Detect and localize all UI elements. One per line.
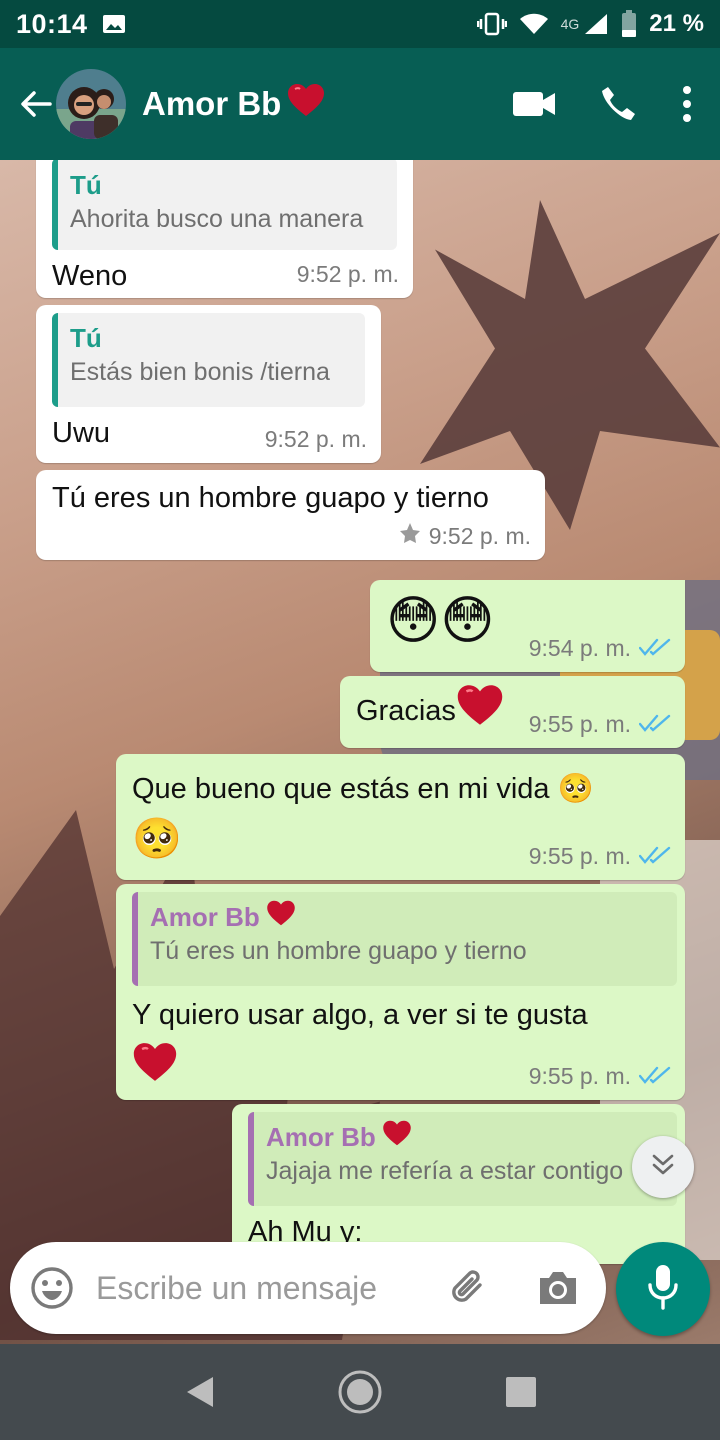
image-icon xyxy=(102,12,126,36)
battery-icon xyxy=(621,10,637,38)
message-time: 9:52 p. m. xyxy=(296,261,399,287)
quoted-text: Tú eres un hombre guapo y tierno xyxy=(150,937,527,965)
wifi-icon xyxy=(519,12,549,36)
message-text-content: Que bueno que estás en mi vida 🥺 xyxy=(132,773,594,805)
double-chevron-down-icon xyxy=(649,1151,677,1184)
quoted-text: Ahorita busco una manera xyxy=(70,205,364,233)
message-meta: 9:54 p. m. xyxy=(529,635,671,662)
double-check-icon xyxy=(638,1063,671,1090)
emoji-icon[interactable] xyxy=(30,1266,74,1310)
quoted-sender: Amor Bb xyxy=(150,900,663,934)
message-text-content: Gracias xyxy=(356,694,456,727)
contact-name-text: Amor Bb xyxy=(142,85,282,122)
more-options-icon[interactable] xyxy=(682,86,692,122)
chat-header: Amor Bb xyxy=(0,48,720,160)
signal-icon xyxy=(583,12,609,36)
scroll-to-bottom-button[interactable] xyxy=(632,1136,694,1198)
nav-back-icon[interactable] xyxy=(183,1375,215,1409)
status-time: 10:14 xyxy=(16,8,88,39)
message-bubble[interactable]: Tú Estás bien bonis /tierna Uwu 9:52 p. … xyxy=(36,305,381,463)
quoted-message[interactable]: Tú Estás bien bonis /tierna xyxy=(52,313,365,407)
video-call-icon[interactable] xyxy=(512,90,556,118)
chat-area[interactable]: Tú Ahorita busco una manera Weno 9:52 p.… xyxy=(0,160,720,1344)
quoted-text: Estás bien bonis /tierna xyxy=(70,358,330,386)
star-icon xyxy=(399,522,421,550)
heart-icon xyxy=(266,900,296,934)
quoted-sender: Tú xyxy=(70,170,102,200)
message-time: 9:55 p. m. xyxy=(528,843,631,869)
quoted-sender-name: Amor Bb xyxy=(266,1122,376,1152)
message-bubble[interactable]: Tú eres un hombre guapo y tierno 9:52 p.… xyxy=(36,470,545,560)
vibrate-icon xyxy=(476,12,507,36)
nav-home-icon[interactable] xyxy=(337,1369,383,1415)
message-input[interactable]: Escribe un mensaje xyxy=(96,1270,446,1307)
heart-emoji xyxy=(132,1042,178,1096)
message-meta: 9:52 p. m. xyxy=(399,522,531,550)
double-check-icon xyxy=(638,711,671,738)
quoted-text: Jajaja me refería a estar contigo xyxy=(266,1157,624,1185)
heart-emoji xyxy=(456,684,504,737)
message-time: 9:55 p. m. xyxy=(528,1063,631,1089)
quoted-message[interactable]: Tú Ahorita busco una manera xyxy=(52,160,397,250)
message-meta: 9:52 p. m. xyxy=(265,426,367,453)
microphone-icon xyxy=(646,1263,680,1316)
heart-icon xyxy=(382,1120,412,1154)
message-bubble[interactable]: 😳😳 9:54 p. m. xyxy=(370,580,685,672)
message-bubble[interactable]: Tú Ahorita busco una manera Weno 9:52 p.… xyxy=(36,160,413,298)
message-composer: Escribe un mensaje xyxy=(10,1242,606,1334)
message-meta: 9:52 p. m. xyxy=(297,261,399,288)
attach-icon[interactable] xyxy=(446,1265,492,1311)
quoted-message[interactable]: Amor Bb Jajaja me refería a estar contig… xyxy=(248,1112,677,1206)
battery-percent: 21 % xyxy=(649,10,704,37)
message-time: 9:55 p. m. xyxy=(528,711,631,737)
message-bubble[interactable]: Amor Bb Jajaja me refería a estar contig… xyxy=(232,1104,685,1264)
quoted-sender-name: Amor Bb xyxy=(150,902,260,932)
nav-recents-icon[interactable] xyxy=(505,1376,537,1408)
status-bar: 10:14 4G 21 % xyxy=(0,0,720,48)
message-time: 9:52 p. m. xyxy=(428,522,531,549)
message-meta: 9:55 p. m. xyxy=(529,1063,671,1090)
double-check-icon xyxy=(638,843,671,870)
phone-icon[interactable] xyxy=(600,85,638,123)
network-type: 4G xyxy=(560,16,580,32)
quoted-message[interactable]: Amor Bb Tú eres un hombre guapo y tierno xyxy=(132,892,677,986)
system-navigation-bar xyxy=(0,1344,720,1440)
message-meta: 9:55 p. m. xyxy=(529,711,671,738)
message-text: Tú eres un hombre guapo y tierno xyxy=(52,482,489,514)
message-bubble[interactable]: Que bueno que estás en mi vida 🥺 🥺 9:55 … xyxy=(116,754,685,880)
message-time: 9:52 p. m. xyxy=(264,426,367,452)
contact-name[interactable]: Amor Bb xyxy=(142,83,325,125)
message-bubble[interactable]: Gracias 9:55 p. m. xyxy=(340,676,685,748)
heart-icon xyxy=(287,83,325,125)
message-bubble[interactable]: Amor Bb Tú eres un hombre guapo y tierno… xyxy=(116,884,685,1100)
double-check-icon xyxy=(638,635,671,662)
message-text-content: Y quiero usar algo, a ver si te gusta xyxy=(132,999,588,1031)
message-time: 9:54 p. m. xyxy=(528,635,631,661)
quoted-sender: Tú xyxy=(70,323,102,353)
pleading-emoji: 🥺 xyxy=(132,817,182,861)
voice-message-button[interactable] xyxy=(616,1242,710,1336)
message-meta: 9:55 p. m. xyxy=(529,843,671,870)
quoted-sender: Amor Bb xyxy=(266,1120,663,1154)
avatar[interactable] xyxy=(56,69,126,139)
camera-icon[interactable] xyxy=(536,1268,580,1308)
flushed-emoji: 😳😳 xyxy=(386,592,495,650)
